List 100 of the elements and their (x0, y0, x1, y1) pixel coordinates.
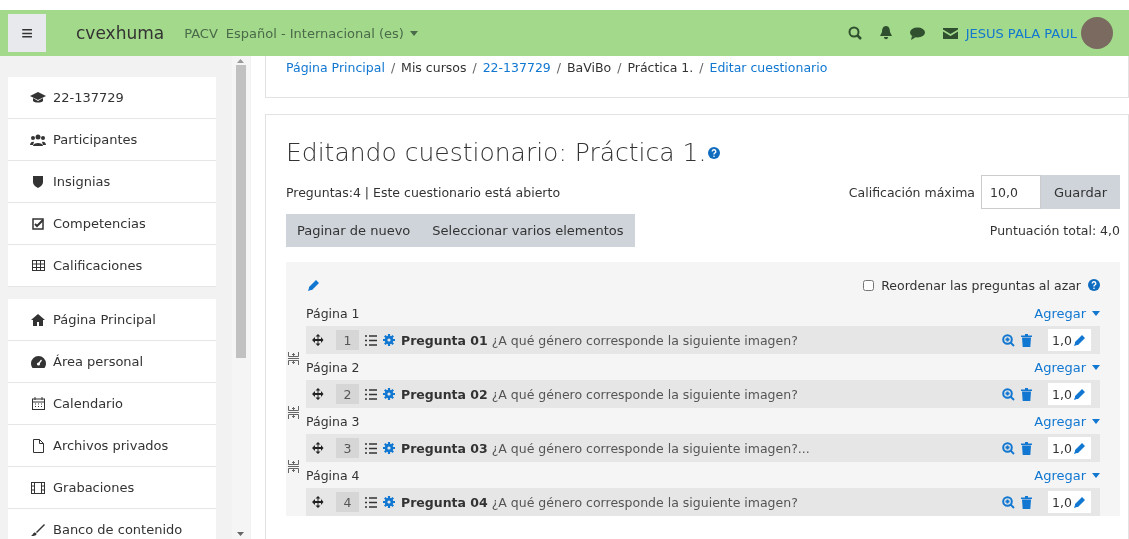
trash-icon[interactable] (1021, 441, 1032, 455)
question-mark-field[interactable]: 1,0 (1048, 491, 1091, 513)
sidebar-item[interactable]: Archivos privados (8, 425, 216, 467)
breadcrumb-item: Mis cursos (401, 60, 467, 77)
sidebar-item[interactable]: Banco de contenido (8, 509, 216, 539)
checkbox[interactable] (863, 279, 875, 291)
question-number: 4 (336, 492, 359, 512)
page-break-icon[interactable] (288, 406, 299, 419)
sidebar-item[interactable]: Participantes (8, 119, 216, 161)
toolbar-button[interactable]: Seleccionar varios elementos (421, 214, 635, 247)
page-title: Página 2 (306, 359, 360, 375)
list-icon (365, 388, 377, 400)
question-text[interactable]: Pregunta 04 ¿A qué género corresponde la siguiente imagen? (401, 494, 798, 510)
envelope-icon[interactable] (942, 27, 958, 39)
caret-icon (409, 30, 418, 36)
home-icon (31, 313, 45, 326)
add-menu[interactable]: Agregar (1034, 413, 1100, 429)
gear-icon (383, 334, 395, 346)
pencil-icon (1074, 496, 1085, 508)
sidebar-item[interactable]: Competencias (8, 203, 216, 245)
gear-icon (383, 442, 395, 454)
zoom-in-icon[interactable] (1002, 333, 1015, 347)
gear-icon (383, 388, 395, 400)
search-icon[interactable] (847, 26, 862, 40)
users-icon (30, 133, 46, 146)
question-mark-field[interactable]: 1,0 (1048, 329, 1091, 351)
calendar-icon (31, 397, 45, 410)
file-icon (32, 438, 44, 453)
trash-icon[interactable] (1021, 333, 1032, 347)
list-icon (365, 334, 377, 346)
scroll-down-arrow-icon[interactable] (237, 532, 244, 536)
move-icon[interactable] (312, 334, 324, 346)
menu-button[interactable]: ≡ (8, 14, 46, 52)
caret-icon (1092, 472, 1100, 478)
gear-icon (383, 496, 395, 508)
quiz-info: Preguntas:4 | Este cuestionario está abierto (286, 184, 561, 200)
question-text[interactable]: Pregunta 01 ¿A qué género corresponde la siguiente imagen? (401, 332, 798, 348)
add-menu[interactable]: Agregar (1034, 305, 1100, 321)
bell-icon[interactable] (879, 26, 892, 40)
breadcrumb-link[interactable]: Editar cuestionario (709, 60, 828, 93)
sidebar-item[interactable]: Área personal (8, 341, 216, 383)
caret-icon (1092, 364, 1100, 370)
trash-icon[interactable] (1021, 495, 1032, 509)
caret-icon (1092, 310, 1100, 316)
add-menu[interactable]: Agregar (1034, 359, 1100, 375)
max-grade-field[interactable]: 10,0 (981, 175, 1042, 209)
trash-icon[interactable] (1021, 387, 1032, 401)
zoom-in-icon[interactable] (1002, 495, 1015, 509)
question-number: 2 (336, 384, 359, 404)
sidebar-item[interactable]: Página Principal (8, 299, 216, 341)
page-break-icon[interactable] (288, 352, 299, 365)
table-icon (31, 260, 45, 271)
page-heading: Editando cuestionario: Práctica 1. (286, 138, 707, 167)
film-icon (31, 481, 45, 494)
question-mark-field[interactable]: 1,0 (1048, 437, 1091, 459)
add-menu[interactable]: Agregar (1034, 467, 1100, 483)
question-number: 3 (336, 438, 359, 458)
dashboard-icon (30, 355, 46, 368)
nav-link[interactable]: PACV (184, 25, 218, 41)
question-text[interactable]: Pregunta 02 ¿A qué género corresponde la siguiente imagen? (401, 386, 798, 402)
checkbox-icon (31, 217, 45, 230)
sidebar-item[interactable]: 22-137729 (8, 77, 216, 119)
page-break-icon[interactable] (288, 460, 299, 473)
breadcrumb-separator: / (390, 60, 396, 77)
shield-icon (33, 175, 43, 188)
sidebar-item[interactable]: Grabaciones (8, 467, 216, 509)
brush-icon (31, 523, 45, 536)
pencil-icon[interactable] (308, 279, 319, 291)
pencil-icon (1074, 388, 1085, 400)
move-icon[interactable] (312, 388, 324, 400)
chat-bubble-icon[interactable] (909, 26, 925, 40)
breadcrumb-item: Práctica 1. (627, 60, 694, 77)
sidebar-item[interactable]: Insignias (8, 161, 216, 203)
avatar[interactable] (1081, 17, 1113, 49)
toolbar-button[interactable]: Paginar de nuevo (286, 214, 422, 247)
breadcrumb-item: BaViBo (567, 60, 612, 77)
page-title: Página 3 (306, 413, 360, 429)
help-icon[interactable] (1088, 279, 1100, 291)
question-text[interactable]: Pregunta 03 ¿A qué género corresponde la siguiente imagen?... (401, 440, 810, 456)
sidebar-item[interactable]: Calificaciones (8, 245, 216, 287)
total-points: Puntuación total: 4,0 (989, 223, 1120, 238)
scroll-up-arrow-icon[interactable] (237, 59, 244, 63)
zoom-in-icon[interactable] (1002, 387, 1015, 401)
shuffle-checkbox[interactable]: Reordenar las preguntas al azar (863, 277, 1100, 293)
graduation-cap-icon (30, 91, 46, 104)
site-name-link[interactable]: cvexhuma (76, 23, 165, 43)
move-icon[interactable] (312, 496, 324, 508)
question-mark-field[interactable]: 1,0 (1048, 383, 1091, 405)
breadcrumb-separator: / (472, 60, 477, 77)
list-icon (365, 442, 377, 454)
language-menu[interactable]: Español - Internacional (es) (225, 25, 418, 41)
breadcrumb-link[interactable]: 22-137729 (482, 60, 551, 93)
zoom-in-icon[interactable] (1002, 441, 1015, 455)
breadcrumb-link[interactable]: Página Principal (286, 60, 385, 93)
help-icon[interactable] (708, 146, 721, 159)
sidebar-item[interactable]: Calendario (8, 383, 216, 425)
breadcrumb-separator: / (617, 60, 622, 77)
move-icon[interactable] (312, 442, 324, 454)
save-button[interactable]: Guardar (1041, 175, 1120, 209)
question-number: 1 (336, 330, 359, 350)
